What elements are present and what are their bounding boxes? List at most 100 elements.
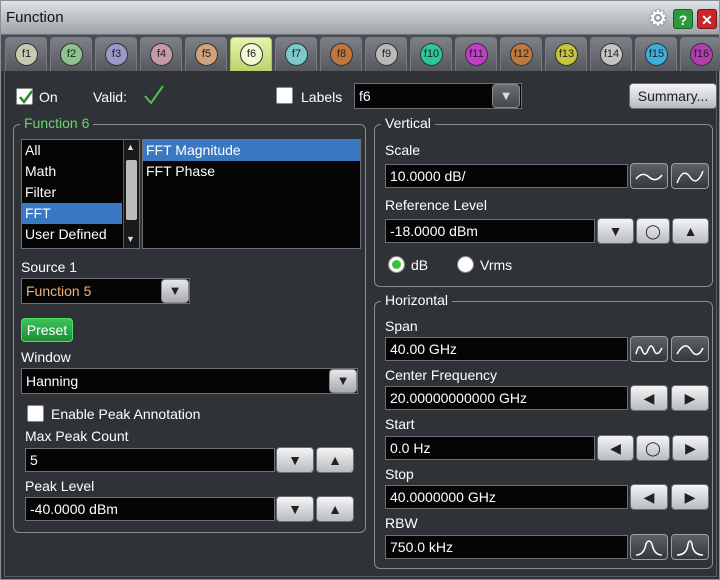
vrms-radio[interactable] <box>457 256 474 273</box>
max-peak-decrement-button[interactable]: ▼ <box>276 447 314 473</box>
source-dropdown-chevron-icon[interactable]: ▼ <box>161 279 189 303</box>
max-peak-label: Max Peak Count <box>25 428 129 444</box>
tab-f13[interactable]: f13 <box>545 37 587 71</box>
tab-f14[interactable]: f14 <box>590 37 632 71</box>
window-select[interactable]: Hanning <box>21 368 358 394</box>
center-left-button[interactable]: ◀ <box>630 385 668 411</box>
start-reset-button[interactable]: ◯ <box>636 435 670 461</box>
window-select-value: Hanning <box>26 373 79 389</box>
ref-decrement-button[interactable]: ▼ <box>597 218 634 244</box>
peak-level-label: Peak Level <box>25 478 95 494</box>
source-label: Source 1 <box>21 259 78 275</box>
gear-icon[interactable]: ⚙ <box>647 8 669 30</box>
rbw-input[interactable]: 750.0 kHz <box>385 535 628 559</box>
start-input[interactable]: 0.0 Hz <box>385 436 595 460</box>
operator-item[interactable]: FFT Phase <box>143 161 360 182</box>
category-item[interactable]: User Defined <box>22 224 122 245</box>
tab-f3-label: f3 <box>105 43 128 66</box>
reference-level-label: Reference Level <box>385 197 487 213</box>
category-item[interactable]: FFT <box>22 203 122 224</box>
scale-input[interactable]: 10.0000 dB/ <box>385 164 628 188</box>
tab-f6[interactable]: f6 <box>230 37 272 71</box>
tab-f15-label: f15 <box>645 43 668 66</box>
tab-f5[interactable]: f5 <box>185 37 227 71</box>
function-group: Function 6 All Math Filter FFT User Defined … <box>13 115 366 533</box>
tab-f12[interactable]: f12 <box>500 37 542 71</box>
peak-level-increment-button[interactable]: ▲ <box>316 496 354 522</box>
tab-f6-label: f6 <box>240 43 263 66</box>
tab-f3[interactable]: f3 <box>95 37 137 71</box>
valid-check-icon <box>144 85 164 105</box>
tab-f10[interactable]: f10 <box>410 37 452 71</box>
close-button[interactable]: ✕ <box>697 9 717 29</box>
tab-f16-label: f16 <box>690 43 713 66</box>
stop-label: Stop <box>385 466 414 482</box>
max-peak-increment-button[interactable]: ▲ <box>316 447 354 473</box>
scale-label: Scale <box>385 142 421 158</box>
labels-select-value: f6 <box>359 88 371 104</box>
peak-level-decrement-button[interactable]: ▼ <box>276 496 314 522</box>
labels-checkbox[interactable] <box>276 87 293 104</box>
function-panel: On Valid: Labels f6 ▼ Summary... Functio… <box>4 71 717 577</box>
rbw-wide-filter-icon[interactable] <box>630 534 668 560</box>
tab-f13-label: f13 <box>555 43 578 66</box>
horizontal-group: Horizontal Span 40.00 GHz Center Frequen… <box>374 292 713 569</box>
scale-coarse-wave-icon[interactable] <box>630 163 668 189</box>
on-label: On <box>39 89 58 105</box>
window-dropdown-chevron-icon[interactable]: ▼ <box>329 369 357 393</box>
tab-f8[interactable]: f8 <box>320 37 362 71</box>
category-list[interactable]: All Math Filter FFT User Defined ▲ ▼ <box>21 139 140 249</box>
tab-f14-label: f14 <box>600 43 623 66</box>
function-group-title: Function 6 <box>20 115 94 131</box>
reference-level-input[interactable]: -18.0000 dBm <box>385 219 595 243</box>
tab-f12-label: f12 <box>510 43 533 66</box>
operator-item[interactable]: FFT Magnitude <box>143 140 360 161</box>
max-peak-input[interactable]: 5 <box>25 448 275 472</box>
help-button[interactable]: ? <box>673 9 693 29</box>
center-right-button[interactable]: ▶ <box>671 385 709 411</box>
start-right-button[interactable]: ▶ <box>672 435 709 461</box>
scroll-down-icon[interactable]: ▼ <box>126 234 135 244</box>
db-radio[interactable] <box>388 256 405 273</box>
category-item[interactable]: Filter <box>22 182 122 203</box>
operator-list[interactable]: FFT Magnitude FFT Phase <box>142 139 361 249</box>
peak-level-input[interactable]: -40.0000 dBm <box>25 497 275 521</box>
span-input[interactable]: 40.00 GHz <box>385 337 628 361</box>
center-frequency-input[interactable]: 20.00000000000 GHz <box>385 386 628 410</box>
stop-input[interactable]: 40.0000000 GHz <box>385 485 628 509</box>
tab-f2-label: f2 <box>60 43 83 66</box>
checkmark-icon <box>19 90 34 105</box>
tab-f1[interactable]: f1 <box>5 37 47 71</box>
labels-dropdown-chevron-icon[interactable]: ▼ <box>492 84 520 108</box>
on-checkbox[interactable] <box>16 88 34 105</box>
category-scrollbar[interactable]: ▲ ▼ <box>123 140 139 248</box>
tab-f1-label: f1 <box>15 43 38 66</box>
rbw-narrow-filter-icon[interactable] <box>671 534 709 560</box>
scroll-up-icon[interactable]: ▲ <box>126 142 135 152</box>
start-left-button[interactable]: ◀ <box>597 435 634 461</box>
ref-increment-button[interactable]: ▲ <box>672 218 709 244</box>
stop-right-button[interactable]: ▶ <box>671 484 709 510</box>
db-label: dB <box>411 257 429 273</box>
tab-f7[interactable]: f7 <box>275 37 317 71</box>
tab-f11[interactable]: f11 <box>455 37 497 71</box>
ref-reset-button[interactable]: ◯ <box>636 218 670 244</box>
tab-f15[interactable]: f15 <box>635 37 677 71</box>
preset-button[interactable]: Preset <box>21 318 73 342</box>
tab-f2[interactable]: f2 <box>50 37 92 71</box>
tab-f7-label: f7 <box>285 43 308 66</box>
tab-f9[interactable]: f9 <box>365 37 407 71</box>
category-item[interactable]: Math <box>22 161 122 182</box>
tab-f4[interactable]: f4 <box>140 37 182 71</box>
tab-f16[interactable]: f16 <box>680 37 720 71</box>
span-coarse-wave-icon[interactable] <box>630 336 668 362</box>
scroll-thumb[interactable] <box>126 160 137 220</box>
peak-annotation-checkbox[interactable] <box>27 405 44 422</box>
category-item[interactable]: All <box>22 140 122 161</box>
stop-left-button[interactable]: ◀ <box>630 484 668 510</box>
summary-button[interactable]: Summary... <box>629 83 717 109</box>
span-fine-wave-icon[interactable] <box>671 336 709 362</box>
scale-fine-wave-icon[interactable] <box>671 163 709 189</box>
peak-annotation-label: Enable Peak Annotation <box>51 406 201 422</box>
title-bar[interactable]: Function ⚙ ? ✕ <box>1 1 719 35</box>
